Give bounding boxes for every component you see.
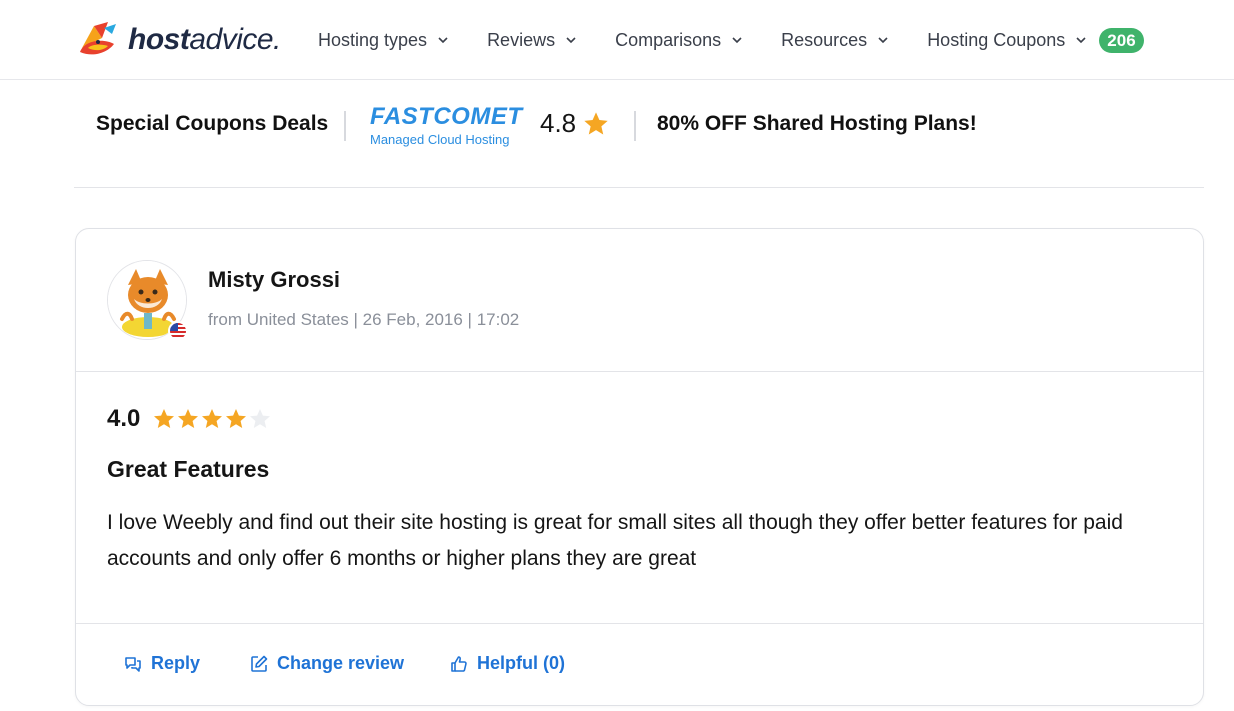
review-rating: 4.0 [107,405,272,433]
us-flag-icon [168,321,188,341]
thumbs-up-icon [451,655,467,672]
brand-name-light: advice. [189,23,281,56]
nav-reviews-label: Reviews [487,29,556,50]
review-rating-value: 4.0 [107,405,141,432]
star-filled-icon [154,409,175,428]
coupons-count-badge: 206 [1099,27,1144,53]
fox-logo-icon [80,22,116,55]
promo-offer-link[interactable]: 80% OFF Shared Hosting Plans! [657,112,977,136]
chevron-down-icon [878,37,888,44]
helpful-button[interactable]: Helpful (0) [449,653,565,674]
review-header: Misty Grossi from United States | 26 Feb… [76,229,1203,372]
reply-label: Reply [151,653,201,673]
chevron-down-icon [1076,37,1086,44]
promo-rating-value: 4.8 [540,108,577,138]
promo-title: Special Coupons Deals [96,112,329,135]
change-review-button[interactable]: Change review [249,653,404,674]
helpful-label: Helpful (0) [477,653,565,673]
review-title: Great Features [107,456,270,482]
review-actions: Reply Change review Helpful (0) [76,623,1203,707]
main-nav: Hosting types Reviews Comparisons Resour… [318,24,1144,56]
reply-icon [125,656,141,672]
nav-hosting-coupons[interactable]: Hosting Coupons 206 [927,27,1144,53]
star-filled-icon [202,409,223,428]
brand-wordmark: hostadvice. [128,23,281,57]
nav-hosting-types-label: Hosting types [318,29,428,50]
nav-reviews[interactable]: Reviews [487,30,577,51]
nav-hosting-types[interactable]: Hosting types [318,30,449,51]
nav-comparisons[interactable]: Comparisons [615,30,743,51]
change-review-label: Change review [277,653,405,673]
special-coupons-bar: Special Coupons Deals FASTCOMET Managed … [74,96,1204,188]
nav-resources[interactable]: Resources [781,30,889,51]
star-filled-icon [226,409,247,428]
edit-icon [251,655,268,672]
star-icon [584,111,608,134]
nav-comparisons-label: Comparisons [615,29,722,50]
star-rating [152,407,272,431]
review-card: Misty Grossi from United States | 26 Feb… [75,228,1204,706]
reply-button[interactable]: Reply [123,653,200,674]
chevron-down-icon [732,37,742,44]
reviewer-name: Misty Grossi [208,267,341,292]
review-body: I love Weebly and find out their site ho… [107,511,1123,570]
site-header: hostadvice. Hosting types Reviews Compar… [0,0,1234,80]
nav-hosting-coupons-label: Hosting Coupons [927,29,1066,50]
divider [634,111,636,141]
star-empty-icon [250,409,271,428]
divider [344,111,346,141]
review-meta: from United States | 26 Feb, 2016 | 17:0… [208,310,520,329]
chevron-down-icon [438,37,448,44]
fastcomet-tagline: Managed Cloud Hosting [370,132,510,147]
nav-resources-label: Resources [781,29,868,50]
brand-name-bold: host [128,23,190,56]
fastcomet-logo[interactable]: FASTCOMET Managed Cloud Hosting [370,103,523,150]
chevron-down-icon [566,37,576,44]
promo-rating: 4.8 [540,108,610,139]
star-filled-icon [178,409,199,428]
hostadvice-logo[interactable]: hostadvice. [74,18,281,62]
fastcomet-name: FASTCOMET [370,103,523,130]
